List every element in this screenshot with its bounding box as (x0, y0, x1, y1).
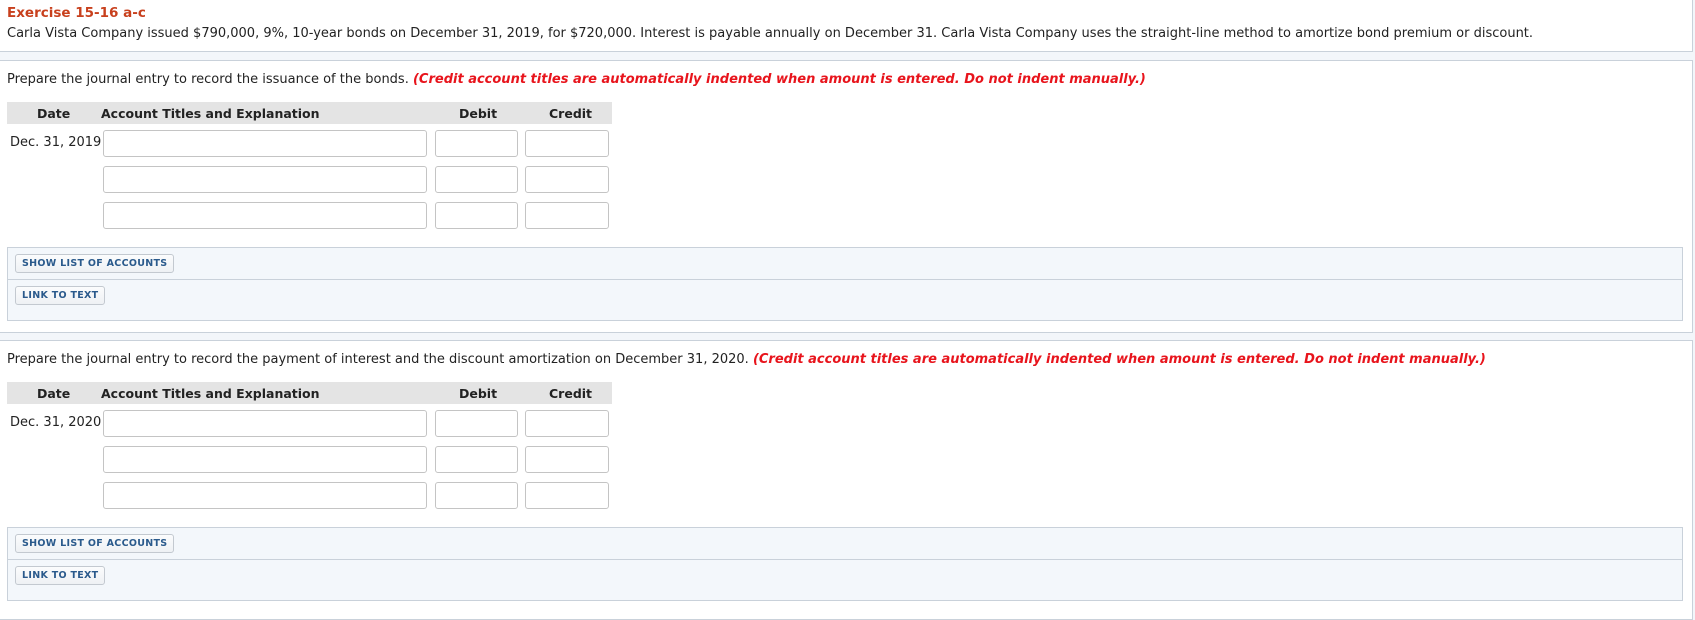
show-list-of-accounts-button[interactable]: SHOW LIST OF ACCOUNTS (15, 254, 175, 273)
header-date: Date (37, 386, 71, 401)
debit-input[interactable] (435, 130, 518, 157)
section-instruction: Prepare the journal entry to record the … (7, 352, 1486, 367)
instruction-text: Prepare the journal entry to record the … (7, 72, 409, 87)
entry-date: Dec. 31, 2020 (10, 415, 102, 430)
section-instruction: Prepare the journal entry to record the … (7, 72, 1146, 87)
journal-section-2: Prepare the journal entry to record the … (0, 340, 1693, 620)
panel-divider (8, 279, 1682, 280)
action-panel: SHOW LIST OF ACCOUNTS LINK TO TEXT (7, 527, 1683, 601)
show-list-of-accounts-button[interactable]: SHOW LIST OF ACCOUNTS (15, 534, 175, 553)
exercise-description: Carla Vista Company issued $790,000, 9%,… (7, 26, 1534, 41)
panel-divider (8, 559, 1682, 560)
instruction-note: (Credit account titles are automatically… (752, 352, 1486, 367)
debit-input[interactable] (435, 202, 518, 229)
credit-input[interactable] (525, 202, 609, 229)
exercise-title: Exercise 15-16 a-c (7, 5, 146, 21)
account-title-input[interactable] (103, 202, 427, 229)
header-date: Date (37, 106, 71, 121)
debit-input[interactable] (435, 482, 518, 509)
credit-input[interactable] (525, 166, 609, 193)
debit-input[interactable] (435, 446, 518, 473)
link-to-text-button[interactable]: LINK TO TEXT (15, 566, 106, 585)
entry-date: Dec. 31, 2019 (10, 135, 102, 150)
header-account: Account Titles and Explanation (101, 386, 320, 401)
instruction-note: (Credit account titles are automatically… (412, 72, 1146, 87)
journal-row (0, 446, 620, 473)
credit-input[interactable] (525, 446, 609, 473)
header-credit: Credit (549, 106, 593, 121)
account-title-input[interactable] (103, 410, 427, 437)
header-account: Account Titles and Explanation (101, 106, 320, 121)
header-debit: Debit (459, 106, 498, 121)
credit-input[interactable] (525, 482, 609, 509)
account-title-input[interactable] (103, 446, 427, 473)
journal-row (0, 482, 620, 509)
journal-row (0, 166, 620, 193)
account-title-input[interactable] (103, 130, 427, 157)
credit-input[interactable] (525, 130, 609, 157)
instruction-text: Prepare the journal entry to record the … (7, 352, 749, 367)
link-to-text-button[interactable]: LINK TO TEXT (15, 286, 106, 305)
credit-input[interactable] (525, 410, 609, 437)
journal-table-header: Date Account Titles and Explanation Debi… (7, 102, 612, 124)
action-panel: SHOW LIST OF ACCOUNTS LINK TO TEXT (7, 247, 1683, 321)
header-debit: Debit (459, 386, 498, 401)
debit-input[interactable] (435, 410, 518, 437)
journal-table-header: Date Account Titles and Explanation Debi… (7, 382, 612, 404)
debit-input[interactable] (435, 166, 518, 193)
journal-row: Dec. 31, 2019 (0, 130, 620, 157)
journal-section-1: Prepare the journal entry to record the … (0, 60, 1693, 333)
account-title-input[interactable] (103, 166, 427, 193)
journal-row: Dec. 31, 2020 (0, 410, 620, 437)
header-credit: Credit (549, 386, 593, 401)
exercise-header: Exercise 15-16 a-c Carla Vista Company i… (0, 0, 1693, 52)
account-title-input[interactable] (103, 482, 427, 509)
journal-row (0, 202, 620, 229)
